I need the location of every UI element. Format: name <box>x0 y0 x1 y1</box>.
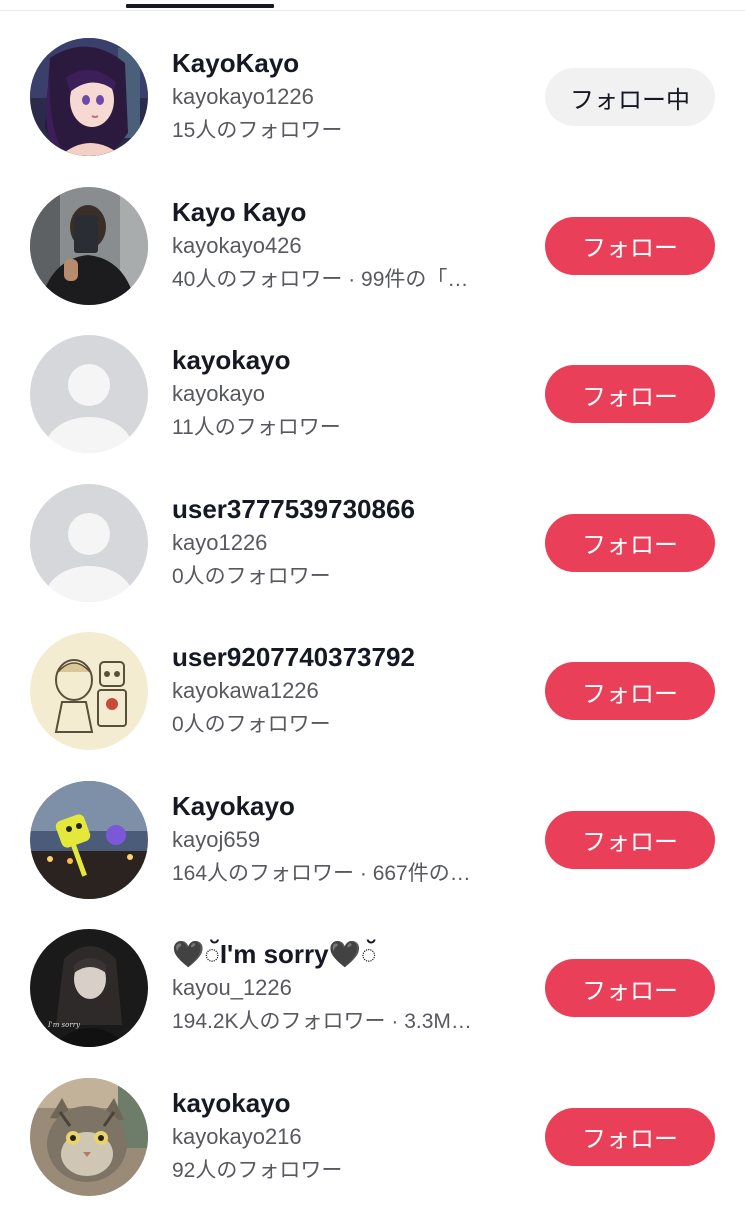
user-row[interactable]: kayokayo kayokayo 11人のフォロワー フォロー <box>0 319 745 468</box>
user-display-name: Kayo Kayo <box>172 195 522 229</box>
user-search-results: KayoKayo kayokayo1226 15人のフォロワー フォロー中 Ka… <box>0 22 745 1210</box>
mirror-selfie-avatar[interactable] <box>30 187 148 305</box>
user-row[interactable]: I'm sorry 🖤◌̆I'm sorry🖤◌̆ kayou_1226 194… <box>0 913 745 1062</box>
follow-button[interactable]: フォロー <box>545 1108 715 1166</box>
top-tab-bar <box>0 0 745 11</box>
follow-button[interactable]: フォロー <box>545 811 715 869</box>
dark-portrait-avatar[interactable]: I'm sorry <box>30 929 148 1047</box>
user-display-name: kayokayo <box>172 343 522 377</box>
user-row[interactable]: user9207740373792 kayokawa1226 0人のフォロワー … <box>0 616 745 765</box>
user-meta: 92人のフォロワー <box>172 1154 522 1188</box>
user-meta: 40人のフォロワー · 99件の「… <box>172 263 522 297</box>
user-row[interactable]: KayoKayo kayokayo1226 15人のフォロワー フォロー中 <box>0 22 745 171</box>
user-handle: kayo1226 <box>172 526 522 560</box>
user-meta: 0人のフォロワー <box>172 708 522 742</box>
user-handle: kayou_1226 <box>172 971 522 1005</box>
follow-button[interactable]: フォロー <box>545 662 715 720</box>
active-tab-indicator <box>126 4 274 8</box>
following-button[interactable]: フォロー中 <box>545 68 715 126</box>
user-row[interactable]: user3777539730866 kayo1226 0人のフォロワー フォロー <box>0 468 745 617</box>
user-row[interactable]: kayokayo kayokayo216 92人のフォロワー フォロー <box>0 1062 745 1210</box>
default-avatar[interactable] <box>30 484 148 602</box>
user-meta: 11人のフォロワー <box>172 411 522 445</box>
user-display-name: KayoKayo <box>172 46 522 80</box>
user-display-name: kayokayo <box>172 1086 522 1120</box>
user-handle: kayokawa1226 <box>172 674 522 708</box>
follow-button[interactable]: フォロー <box>545 217 715 275</box>
user-display-name: user3777539730866 <box>172 492 522 526</box>
user-handle: kayokayo216 <box>172 1120 522 1154</box>
festival-night-avatar[interactable] <box>30 781 148 899</box>
cat-photo-avatar[interactable] <box>30 1078 148 1196</box>
user-handle: kayokayo1226 <box>172 80 522 114</box>
sketch-illustration-avatar[interactable] <box>30 632 148 750</box>
anime-girl-avatar[interactable] <box>30 38 148 156</box>
user-display-name: user9207740373792 <box>172 640 522 674</box>
avatar-caption: I'm sorry <box>47 1021 81 1029</box>
follow-button[interactable]: フォロー <box>545 514 715 572</box>
user-meta: 194.2K人のフォロワー · 3.3M… <box>172 1005 522 1039</box>
user-meta: 0人のフォロワー <box>172 560 522 594</box>
user-meta: 15人のフォロワー <box>172 114 522 148</box>
user-handle: kayoj659 <box>172 823 522 857</box>
follow-button[interactable]: フォロー <box>545 959 715 1017</box>
user-row[interactable]: Kayokayo kayoj659 164人のフォロワー · 667件の… フォ… <box>0 765 745 914</box>
follow-button[interactable]: フォロー <box>545 365 715 423</box>
user-row[interactable]: Kayo Kayo kayokayo426 40人のフォロワー · 99件の「…… <box>0 171 745 320</box>
user-handle: kayokayo <box>172 377 522 411</box>
default-avatar[interactable] <box>30 335 148 453</box>
user-meta: 164人のフォロワー · 667件の… <box>172 857 522 891</box>
user-display-name: 🖤◌̆I'm sorry🖤◌̆ <box>172 937 522 971</box>
user-handle: kayokayo426 <box>172 229 522 263</box>
user-display-name: Kayokayo <box>172 789 522 823</box>
